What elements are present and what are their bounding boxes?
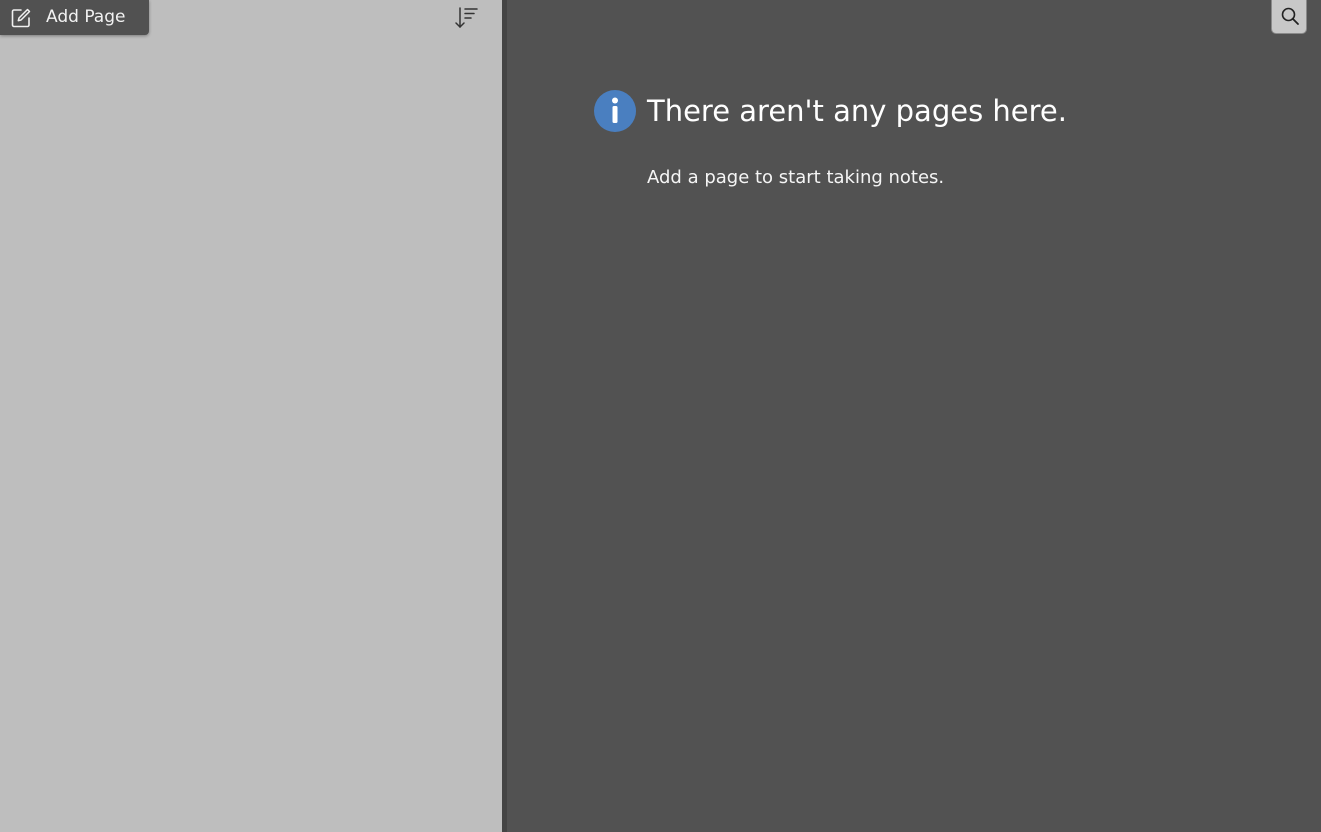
empty-state-subtitle: Add a page to start taking notes.: [647, 167, 945, 188]
notes-app: Add Page There aren't any pages here. Ad: [0, 0, 1321, 832]
sort-icon: [455, 7, 478, 28]
add-page-label: Add Page: [46, 7, 126, 27]
search-icon: [1281, 7, 1299, 25]
page-list-pane: Add Page: [0, 0, 502, 832]
empty-state-title: There aren't any pages here.: [647, 94, 1067, 128]
info-icon: [593, 89, 637, 133]
sort-button[interactable]: [452, 4, 480, 32]
edit-icon: [10, 7, 32, 29]
add-page-button[interactable]: Add Page: [0, 0, 149, 35]
search-button[interactable]: [1271, 0, 1307, 34]
